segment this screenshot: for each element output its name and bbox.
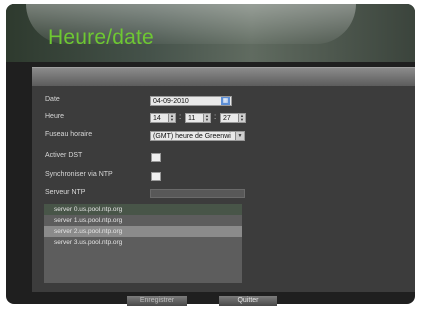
list-item[interactable]: server 0.us.pool.ntp.org (44, 204, 242, 215)
date-value: 04-09-2010 (153, 98, 189, 105)
page-title: Heure/date (48, 26, 154, 49)
list-item[interactable]: server 3.us.pool.ntp.org (44, 237, 242, 248)
time-label: Heure (45, 113, 65, 120)
dialog-window: Heure/date Date 04-09-2010 ▦ Heure 14 ▲ ▼… (6, 4, 415, 304)
minute-value: 11 (188, 115, 196, 122)
list-item[interactable]: server 1.us.pool.ntp.org (44, 215, 242, 226)
time-separator: : (179, 112, 182, 121)
settings-panel: Date 04-09-2010 ▦ Heure 14 ▲ ▼ : 11 ▲ ▼ : … (32, 86, 415, 292)
hour-value: 14 (153, 115, 161, 122)
timezone-value: (GMT) heure de Greenwi (153, 133, 231, 140)
second-stepper[interactable]: 27 ▲ ▼ (220, 113, 246, 123)
chevron-down-icon[interactable]: ▼ (235, 132, 244, 140)
hour-stepper[interactable]: 14 ▲ ▼ (150, 113, 176, 123)
ntp-server-label: Serveur NTP (45, 189, 86, 196)
dst-checkbox[interactable] (151, 153, 161, 162)
ntp-server-list[interactable]: server 0.us.pool.ntp.org server 1.us.poo… (44, 204, 242, 283)
section-titlebar (32, 67, 415, 86)
second-value: 27 (223, 115, 231, 122)
ntp-sync-checkbox[interactable] (151, 172, 161, 181)
minute-spin-icon[interactable]: ▲ ▼ (203, 114, 210, 122)
list-item[interactable]: server 2.us.pool.ntp.org (44, 226, 242, 237)
timezone-select[interactable]: (GMT) heure de Greenwi ▼ (150, 131, 245, 141)
date-label: Date (45, 96, 60, 103)
save-button[interactable]: Enregistrer (127, 296, 187, 306)
time-separator: : (214, 112, 217, 121)
hour-spin-icon[interactable]: ▲ ▼ (168, 114, 175, 122)
date-field[interactable]: 04-09-2010 ▦ (150, 96, 232, 106)
ntp-sync-label: Synchroniser via NTP (45, 171, 113, 178)
timezone-label: Fuseau horaire (45, 131, 93, 138)
header-banner: Heure/date (6, 4, 415, 62)
calendar-icon[interactable]: ▦ (221, 97, 230, 105)
ntp-server-field[interactable] (150, 189, 245, 198)
minute-stepper[interactable]: 11 ▲ ▼ (185, 113, 211, 123)
exit-button[interactable]: Quitter (219, 296, 277, 306)
dst-label: Activer DST (45, 152, 83, 159)
second-spin-icon[interactable]: ▲ ▼ (238, 114, 245, 122)
